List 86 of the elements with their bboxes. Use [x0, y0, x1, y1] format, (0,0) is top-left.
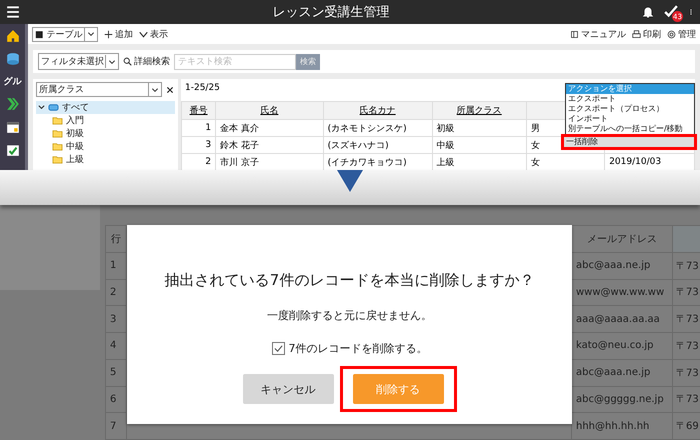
- tree-item[interactable]: 入門: [50, 114, 175, 127]
- search-icon: [123, 57, 132, 66]
- filter-select[interactable]: フィルタ未選択: [38, 53, 119, 70]
- calendar-icon: [6, 120, 20, 134]
- table-cell: aaa@aaaa.aa.aa: [576, 314, 660, 325]
- menu-item[interactable]: 一括削除: [564, 137, 694, 147]
- table-cell: 初級: [436, 124, 455, 134]
- table-cell: 2: [205, 157, 212, 167]
- table-cell: 4: [110, 340, 116, 352]
- table-cell: 〒73: [676, 314, 699, 326]
- table-cell: hhh@hh.hh.hh: [576, 420, 650, 432]
- plus-icon: [104, 30, 113, 38]
- rail-label[interactable]: グル: [4, 75, 22, 88]
- cancel-button[interactable]: キャンセル: [242, 374, 334, 404]
- down-arrow-icon: [337, 170, 363, 192]
- table-cell: (スズキハナコ): [328, 140, 389, 150]
- table-cell: (カネモトシンスケ): [328, 124, 407, 134]
- checkbox[interactable]: [272, 342, 284, 355]
- table-cell: 6: [110, 394, 116, 405]
- table-cell: 1: [205, 123, 212, 133]
- toolbar-link[interactable]: 管理: [667, 28, 696, 40]
- printer-icon: [632, 30, 641, 38]
- database-icon: [48, 102, 59, 113]
- table-cell: 5: [110, 367, 116, 378]
- table-cell: 〒73: [676, 260, 699, 272]
- table-cell: 金本 真介: [220, 124, 260, 134]
- column-header[interactable]: 氏名: [260, 106, 278, 116]
- tree-item[interactable]: 中級: [50, 140, 175, 153]
- chevron-down-icon: [38, 104, 45, 111]
- view-select[interactable]: ■ テーブル: [32, 26, 98, 42]
- table-cell: 女: [530, 158, 540, 168]
- table-cell: www@ww.ww.ww: [576, 286, 664, 298]
- table-cell: abc@ggggg.ne.jp: [576, 394, 664, 405]
- home-icon: [6, 29, 20, 43]
- table-cell: 〒73: [676, 394, 699, 406]
- table-cell: 2: [110, 286, 116, 298]
- table-cell: 〒73: [676, 368, 699, 379]
- chevron-down-icon: [151, 86, 159, 94]
- double-chevron-icon: [6, 97, 20, 111]
- bell-icon: [642, 6, 654, 18]
- tree-item[interactable]: 初級: [50, 127, 175, 140]
- toolbar-link[interactable]: マニュアル: [570, 28, 626, 40]
- table-cell: 鈴木 花子: [220, 140, 260, 150]
- table-cell: abc@aaa.ne.jp: [576, 260, 650, 272]
- folder-icon: [52, 128, 63, 139]
- table-cell: 男: [530, 124, 540, 134]
- column-header: メールアドレス: [587, 234, 657, 245]
- column-header[interactable]: 氏名カナ: [360, 106, 396, 116]
- table-cell: kato@neu.co.jp: [576, 340, 654, 352]
- checked-calendar-icon: [6, 143, 20, 157]
- search-field[interactable]: テキスト検索: [174, 54, 296, 70]
- toolbar-link[interactable]: 印刷: [632, 28, 661, 40]
- table-cell: (イチカワキョウコ): [328, 158, 407, 168]
- table-cell: 3: [205, 140, 212, 150]
- table-cell: 〒73: [676, 340, 699, 352]
- record-count: 1-25/25: [185, 83, 220, 93]
- display-link[interactable]: 表示: [139, 28, 168, 40]
- table-cell: 女: [530, 140, 540, 150]
- window-title: レッスン受講生管理: [272, 4, 390, 21]
- table-cell: 〒69: [676, 421, 699, 432]
- menu-icon: [6, 5, 20, 19]
- table-cell: 市川 京子: [220, 158, 260, 168]
- checkbox-label: 7件のレコードを削除する。: [288, 341, 428, 356]
- folder-icon: [52, 154, 63, 165]
- tree-item[interactable]: 上級: [50, 153, 175, 166]
- column-header: 行: [111, 234, 121, 245]
- table-cell: abc@aaa.ne.jp: [576, 367, 650, 378]
- close-icon: [166, 86, 174, 94]
- chevron-down-icon: [108, 58, 116, 66]
- dialog-message: 一度削除すると元に戻せません。: [267, 308, 432, 323]
- table-cell: 2019/10/03: [609, 157, 662, 167]
- dialog-title: 抽出されている7件のレコードを本当に削除しますか？: [164, 271, 534, 290]
- table-cell: 7: [110, 420, 116, 432]
- table-cell: 中級: [436, 140, 455, 150]
- advanced-search-link[interactable]: 詳細検索: [123, 55, 170, 68]
- tree-item[interactable]: すべて: [36, 101, 175, 114]
- chevron-down-icon: [139, 30, 148, 38]
- table-cell: 1: [110, 260, 116, 272]
- table-cell: 〒73: [676, 287, 699, 298]
- folder-icon: [52, 141, 63, 152]
- chevron-down-icon: [87, 30, 95, 38]
- database-icon: [6, 52, 20, 66]
- add-link[interactable]: 追加: [104, 28, 133, 40]
- table-cell: 3: [110, 314, 116, 325]
- group-select[interactable]: 所属クラス: [36, 82, 162, 97]
- table-cell: 上級: [436, 158, 455, 168]
